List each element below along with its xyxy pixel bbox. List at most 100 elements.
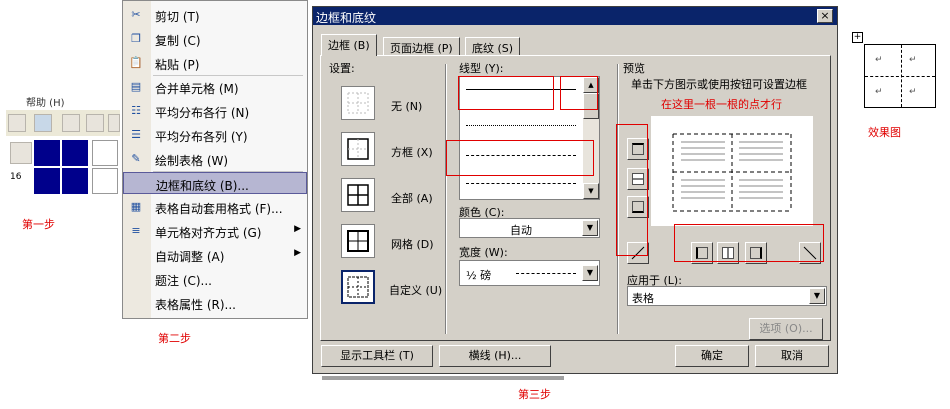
result-caption: 效果图 [868,126,901,139]
merge-cells-icon: ▤ [130,80,142,93]
menu-item[interactable]: 边框和底纹 (B)... [123,172,307,194]
step2-caption: 第二步 [158,332,191,345]
table-context-menu: ✂ 剪切 (T) ❐ 复制 (C) 📋 粘贴 (P) ▤ 合并单元格 (M) ☷ 平均分布各行 (… [122,0,308,319]
line-style-label: 线型 (Y): [459,62,504,75]
shaded-cell[interactable] [34,140,60,166]
setting-none-label[interactable]: 无 (N) [391,98,422,114]
chevron-down-icon[interactable]: ▼ [582,265,598,281]
menu-item-label: 平均分布各列 (Y) [155,130,248,144]
none-preview-icon [347,92,369,114]
shaded-cell[interactable] [34,168,60,194]
options-button[interactable]: 选项 (O)... [749,318,823,340]
tab-shading[interactable]: 底纹 (S) [465,37,521,55]
setting-custom-icon[interactable] [341,270,375,304]
menu-item-label: 单元格对齐方式 (G) [155,226,262,240]
line-style-dashed-selected[interactable] [466,183,576,184]
chevron-down-icon[interactable]: ▼ [582,220,598,236]
ok-button[interactable]: 确定 [675,345,749,367]
width-value: ½ 磅 [466,269,492,282]
menu-item[interactable]: ✎ 绘制表格 (W) [123,148,307,170]
sort-icon[interactable] [86,114,104,132]
help-menu-partial[interactable]: 帮助 (H) [26,94,65,109]
dialog-title-bar[interactable]: 边框和底纹 × [313,7,837,25]
menu-item[interactable]: 表格属性 (R)... [123,292,307,314]
tab-borders[interactable]: 边框 (B) [321,34,377,56]
preview-hint: 单击下方图示或使用按钮可设置边框 [631,78,807,91]
all-preview-icon [347,184,369,206]
distribute-rows-icon: ☷ [131,104,141,117]
setting-box-icon[interactable] [341,132,375,166]
setting-custom-label[interactable]: 自定义 (U) [389,282,442,298]
menu-item-label: 复制 (C) [155,34,201,48]
close-icon[interactable]: × [817,9,833,23]
annotation-box [560,76,598,110]
setting-box-label[interactable]: 方框 (X) [391,144,433,160]
borders-and-shading-dialog: 边框和底纹 × 边框 (B) 页面边框 (P) 底纹 (S) 设置: 无 (N)… [312,6,838,374]
grid-cell[interactable] [92,140,118,166]
tab-page-border[interactable]: 页面边框 (P) [383,37,460,55]
dialog-scrollbar-shadow [322,376,564,380]
menu-item[interactable]: ❐ 复制 (C) [123,28,307,50]
step3-caption: 第三步 [518,388,551,401]
menu-item[interactable]: ▤ 合并单元格 (M) [123,76,307,98]
menu-item-label: 表格自动套用格式 (F)... [155,202,283,216]
step1-caption: 第一步 [22,218,55,231]
preview-annotation: 在这里一根一根的点才行 [661,98,782,111]
width-label: 宽度 (W): [459,246,508,259]
submenu-arrow-icon: ▶ [294,248,301,258]
scissors-icon: ✂ [131,8,141,21]
setting-all-icon[interactable] [341,178,375,212]
menu-item[interactable]: ☰ 平均分布各列 (Y) [123,124,307,146]
autosum-icon[interactable] [108,114,120,132]
menu-item-label: 题注 (C)... [155,274,213,288]
apply-to-select[interactable]: 表格 ▼ [627,286,827,306]
submenu-arrow-icon: ▶ [294,224,301,234]
menu-item-label: 绘制表格 (W) [155,154,229,168]
border-preview-area[interactable] [651,116,813,226]
columns-icon[interactable] [62,114,80,132]
annotation-box [446,140,594,176]
font-size-value: 16 [10,172,22,182]
menu-item[interactable]: 题注 (C)... [123,268,307,290]
divider [445,64,447,334]
shaded-cell[interactable] [62,140,88,166]
setting-none-icon[interactable] [341,86,375,120]
border-button[interactable] [10,142,32,164]
menu-item[interactable]: ✂ 剪切 (T) [123,4,307,26]
menu-item-label: 平均分布各行 (N) [155,106,250,120]
width-line-sample [516,273,576,274]
insert-table-icon[interactable] [8,114,26,132]
menu-item[interactable]: 自动调整 (A) ▶ [123,244,307,266]
setting-all-label[interactable]: 全部 (A) [391,190,433,206]
width-select[interactable]: ½ 磅 ▼ [459,260,600,286]
cell-end-mark: ↵ [875,87,883,97]
table-icon[interactable] [34,114,52,132]
table-move-handle-icon[interactable]: + [852,32,863,43]
cell-end-mark: ↵ [875,55,883,65]
menu-item[interactable]: ▦ 表格自动套用格式 (F)... [123,196,307,218]
result-divider-h [865,76,935,77]
annotation-box [616,124,648,256]
box-preview-icon [347,138,369,160]
grid-cell[interactable] [92,168,118,194]
cancel-button[interactable]: 取消 [755,345,829,367]
menu-item-label: 边框和底纹 (B)... [156,179,249,193]
setting-grid-label[interactable]: 网格 (D) [391,236,434,252]
setting-grid-icon[interactable] [341,224,375,258]
scroll-down-icon[interactable]: ▼ [583,183,599,199]
horizontal-line-button[interactable]: 横线 (H)... [439,345,551,367]
shaded-cell[interactable] [62,168,88,194]
chevron-down-icon[interactable]: ▼ [809,288,825,304]
result-table: ↵ ↵ ↵ ↵ [864,44,936,108]
show-toolbar-button[interactable]: 显示工具栏 (T) [321,345,433,367]
annotation-box [674,224,824,262]
line-style-dotted[interactable] [466,125,576,126]
color-select[interactable]: 自动 ▼ [459,218,600,238]
menu-item[interactable]: ☷ 平均分布各行 (N) [123,100,307,122]
preview-table-icon [672,133,792,212]
menu-item[interactable]: 📋 粘贴 (P) [123,52,307,74]
menu-item-label: 表格属性 (R)... [155,298,236,312]
menu-item-label: 剪切 (T) [155,10,200,24]
menu-item[interactable]: ≡ 单元格对齐方式 (G) ▶ [123,220,307,242]
menu-item-label: 合并单元格 (M) [155,82,239,96]
